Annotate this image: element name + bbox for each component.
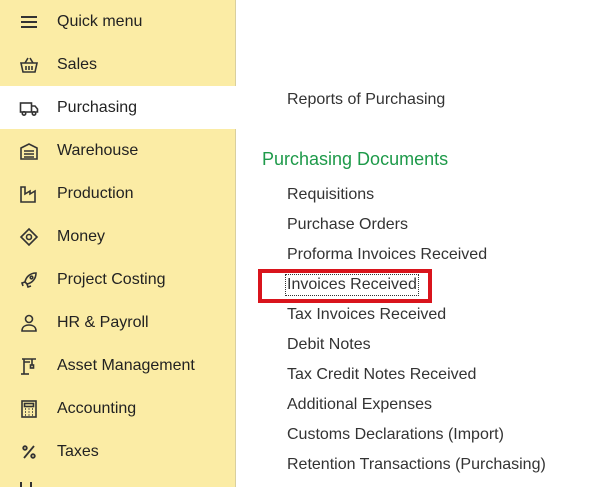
- crane-icon: [18, 355, 40, 377]
- sidebar-item-asset-management[interactable]: Asset Management: [0, 344, 235, 387]
- sidebar-item-label: Quick menu: [57, 12, 143, 30]
- calculator-icon: [18, 398, 40, 420]
- document-link-tax-credit-notes-received[interactable]: Tax Credit Notes Received: [287, 366, 476, 384]
- warehouse-icon: [18, 140, 40, 162]
- sidebar-item-sales[interactable]: Sales: [0, 43, 235, 86]
- sidebar-item-label: Project Costing: [57, 270, 166, 288]
- partial-icon: [20, 482, 32, 487]
- basket-icon: [18, 54, 40, 76]
- sidebar-item-label: HR & Payroll: [57, 313, 149, 331]
- truck-icon: [18, 97, 40, 119]
- sidebar-item-label: Taxes: [57, 442, 99, 460]
- sidebar-item-accounting[interactable]: Accounting: [0, 387, 235, 430]
- document-link-tax-invoices-received[interactable]: Tax Invoices Received: [287, 306, 446, 324]
- sidebar-item-label: Purchasing: [57, 98, 138, 116]
- sidebar-item-taxes[interactable]: Taxes: [0, 430, 235, 473]
- document-link-customs-declarations[interactable]: Customs Declarations (Import): [287, 426, 504, 444]
- reports-of-purchasing-link[interactable]: Reports of Purchasing: [287, 91, 445, 109]
- factory-icon: [18, 183, 40, 205]
- sidebar-item-label: Money: [57, 227, 106, 245]
- highlight-box: [258, 269, 432, 303]
- sidebar-item-label: Accounting: [57, 399, 137, 417]
- rocket-icon: [18, 269, 40, 291]
- document-link-additional-expenses[interactable]: Additional Expenses: [287, 396, 432, 414]
- sidebar-item-label: Production: [57, 184, 134, 202]
- sidebar-item-label: Sales: [57, 55, 98, 73]
- document-link-proforma-invoices-received[interactable]: Proforma Invoices Received: [287, 246, 487, 264]
- person-icon: [18, 312, 40, 334]
- main-content: Reports of Purchasing Purchasing Documen…: [236, 0, 601, 487]
- sidebar: Quick menu Sales Purchasing Warehouse Pr…: [0, 0, 236, 487]
- sidebar-item-label: Warehouse: [57, 141, 139, 159]
- section-title: Purchasing Documents: [262, 149, 449, 169]
- document-link-purchase-orders[interactable]: Purchase Orders: [287, 216, 408, 234]
- sidebar-item-money[interactable]: Money: [0, 215, 235, 258]
- document-link-retention-transactions[interactable]: Retention Transactions (Purchasing): [287, 456, 546, 474]
- hamburger-menu-icon: [18, 11, 40, 33]
- sidebar-item-warehouse[interactable]: Warehouse: [0, 129, 235, 172]
- sidebar-item-quick-menu[interactable]: Quick menu: [0, 0, 235, 43]
- sidebar-item-project-costing[interactable]: Project Costing: [0, 258, 235, 301]
- sidebar-item-hr-payroll[interactable]: HR & Payroll: [0, 301, 235, 344]
- sidebar-item-purchasing[interactable]: Purchasing: [0, 86, 236, 129]
- sidebar-item-production[interactable]: Production: [0, 172, 235, 215]
- document-link-debit-notes[interactable]: Debit Notes: [287, 336, 371, 354]
- document-link-requisitions[interactable]: Requisitions: [287, 186, 374, 204]
- sidebar-item-label: Asset Management: [57, 356, 195, 374]
- percent-icon: [18, 441, 40, 463]
- money-tag-icon: [18, 226, 40, 248]
